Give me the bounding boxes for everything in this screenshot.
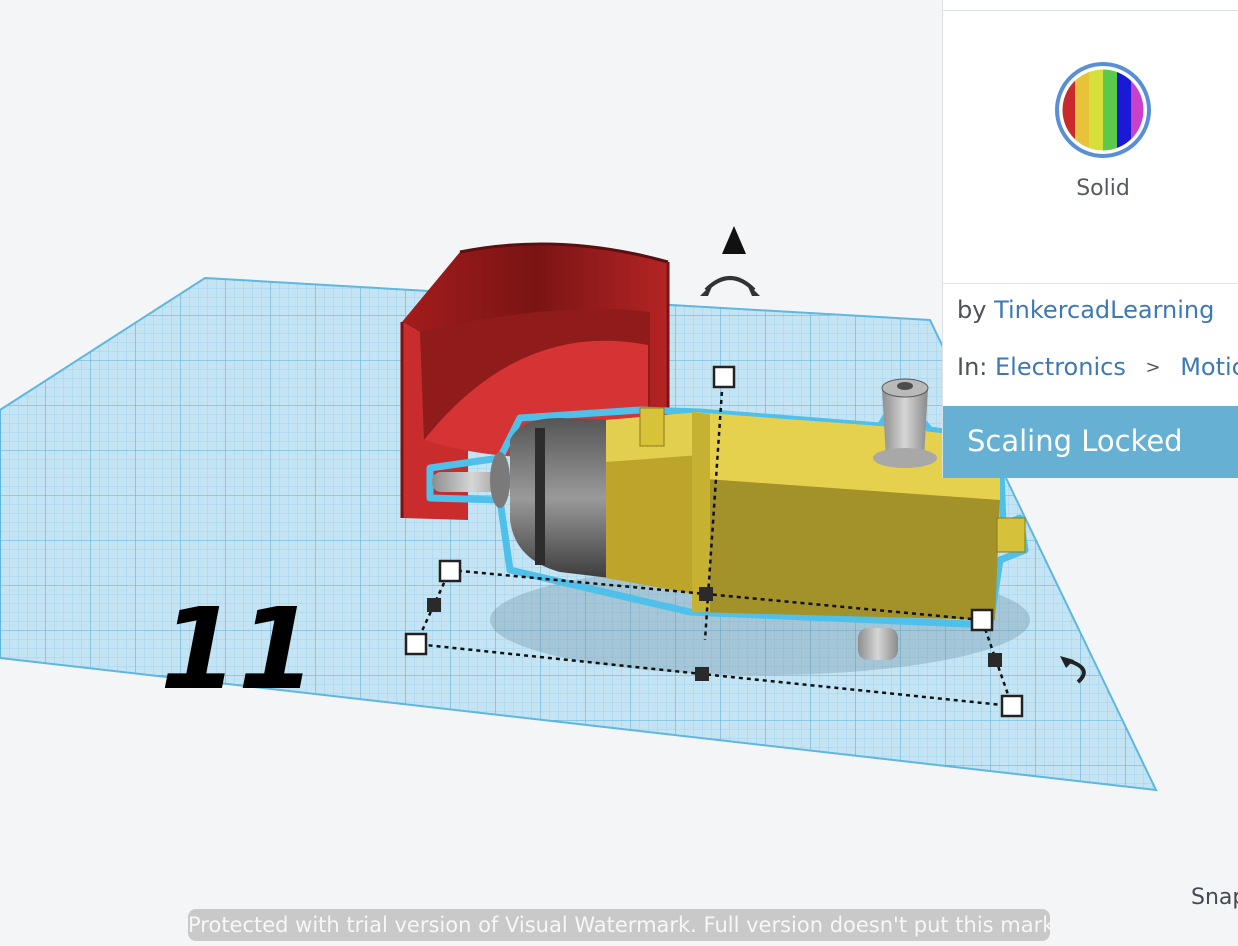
category-breadcrumb: In: Electronics > Motic <box>957 353 1238 381</box>
edge-handle-right[interactable] <box>988 653 1002 667</box>
shape-number-label: 11 <box>160 585 316 715</box>
motor-shaft-bottom <box>858 628 898 660</box>
solid-color-swatch-icon[interactable] <box>1053 60 1153 160</box>
height-handle[interactable] <box>712 365 736 389</box>
panel-divider <box>943 283 1238 284</box>
watermark-banner: Protected with trial version of Visual W… <box>188 909 1050 941</box>
swatch-stripe <box>1089 69 1104 151</box>
yellow-gearbox[interactable] <box>606 407 700 595</box>
corner-handle-back-right[interactable] <box>970 608 994 632</box>
rotate-arrow-icon[interactable] <box>700 276 760 296</box>
snap-grid-label[interactable]: Snap <box>1191 885 1238 910</box>
author-row: by TinkercadLearning <box>957 296 1214 324</box>
shape-info-panel: Solid by TinkercadLearning In: Electroni… <box>942 0 1238 478</box>
edge-handle-front[interactable] <box>695 667 709 681</box>
swatch-stripe <box>1103 69 1118 151</box>
edge-handle-left[interactable] <box>427 598 441 612</box>
corner-handle-front-left[interactable] <box>404 632 428 656</box>
corner-handle-front-right[interactable] <box>1000 694 1024 718</box>
view-cube-arrow-icon[interactable] <box>722 226 746 254</box>
scaling-locked-banner: Scaling Locked <box>943 406 1238 478</box>
breadcrumb-separator: > <box>1145 357 1161 378</box>
corner-handle-back-left[interactable] <box>438 559 462 583</box>
edge-handle-back[interactable] <box>699 587 713 601</box>
category-prefix: In: <box>957 353 988 381</box>
category-link-electronics[interactable]: Electronics <box>995 353 1126 381</box>
panel-top-border <box>943 0 1238 11</box>
author-link[interactable]: TinkercadLearning <box>994 296 1214 324</box>
author-prefix: by <box>957 296 987 324</box>
solid-label: Solid <box>1076 176 1130 201</box>
category-link-motion[interactable]: Motic <box>1180 353 1238 381</box>
